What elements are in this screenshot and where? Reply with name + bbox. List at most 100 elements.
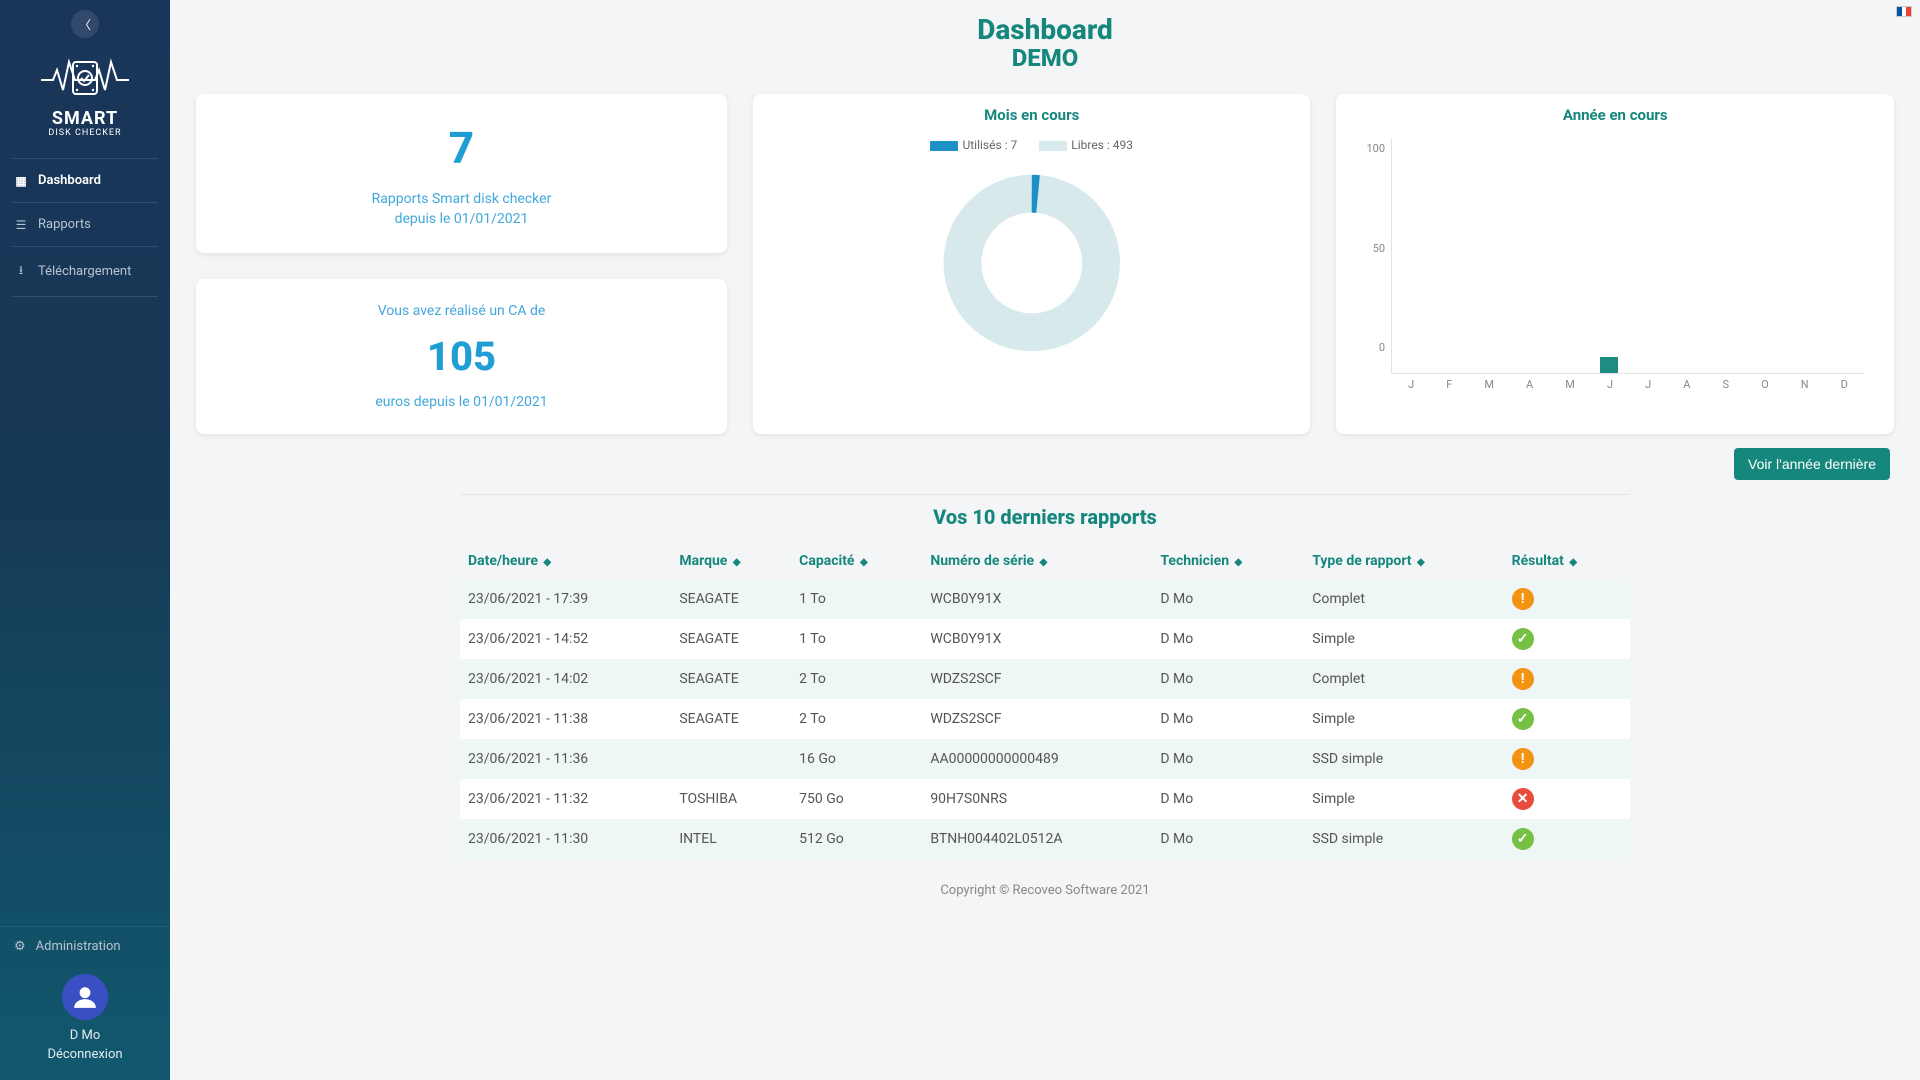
user-icon [72,984,98,1010]
sort-icon: ◆ [1235,557,1243,568]
card-reports-count: 7 Rapports Smart disk checker depuis le … [196,94,727,253]
sidebar-collapse-button[interactable]: 〈 [71,10,99,38]
avatar[interactable] [62,974,108,1020]
sidebar-item-download[interactable]: ⭳ Téléchargement [0,249,170,294]
cell-capacity: 2 To [791,659,922,699]
col-brand[interactable]: Marque ◆ [671,543,791,579]
col-result[interactable]: Résultat ◆ [1504,543,1630,579]
cell-capacity: 1 To [791,579,922,619]
cell-date: 23/06/2021 - 11:38 [460,699,671,739]
col-type[interactable]: Type de rapport ◆ [1304,543,1503,579]
sort-icon: ◆ [860,557,868,568]
product-logo: SMART DISK CHECKER [27,48,143,148]
cell-capacity: 1 To [791,619,922,659]
overview-cards: 7 Rapports Smart disk checker depuis le … [196,94,1894,434]
bar [1600,357,1618,373]
cell-brand: SEAGATE [671,659,791,699]
page-title-block: Dashboard DEMO [196,13,1894,72]
user-block: D Mo Déconnexion [47,966,122,1062]
status-badge: ! [1512,668,1534,690]
topbar [170,0,1920,17]
brand-subtitle: DISK CHECKER [39,128,131,138]
cell-brand: TOSHIBA [671,779,791,819]
sort-icon: ◆ [1417,557,1425,568]
main: Dashboard DEMO 7 Rapports Smart disk che… [170,0,1920,1080]
view-last-year-button[interactable]: Voir l'année dernière [1734,448,1890,480]
legend-used: Utilisés : 7 [962,138,1017,152]
sort-icon: ◆ [1569,557,1577,568]
table-row[interactable]: 23/06/2021 - 11:38SEAGATE2 ToWDZS2SCFD M… [460,699,1630,739]
cell-brand: SEAGATE [671,579,791,619]
cell-date: 23/06/2021 - 17:39 [460,579,671,619]
page-subtitle: DEMO [196,44,1894,72]
cell-result: ! [1504,579,1630,619]
table-row[interactable]: 23/06/2021 - 14:52SEAGATE1 ToWCB0Y91XD M… [460,619,1630,659]
sidebar-item-label: Téléchargement [38,264,131,279]
sidebar-item-label: Dashboard [38,173,101,188]
cell-tech: D Mo [1152,619,1304,659]
reports-count-value: 7 [437,118,486,178]
cell-result: ✓ [1504,699,1630,739]
revenue-post-label: euros depuis le 01/01/2021 [206,394,717,410]
cell-tech: D Mo [1152,579,1304,619]
revenue-pre-label: Vous avez réalisé un CA de [206,303,717,319]
sidebar-item-reports[interactable]: ☰ Rapports [0,205,170,244]
col-tech[interactable]: Technicien ◆ [1152,543,1304,579]
cell-brand: SEAGATE [671,619,791,659]
table-row[interactable]: 23/06/2021 - 11:3616 GoAA00000000000489D… [460,739,1630,779]
cell-type: Complet [1304,659,1503,699]
cell-tech: D Mo [1152,739,1304,779]
sort-icon: ◆ [1040,557,1048,568]
cell-date: 23/06/2021 - 14:52 [460,619,671,659]
language-selector[interactable] [1896,6,1912,17]
logout-link[interactable]: Déconnexion [47,1047,122,1062]
grid-icon: ▦ [14,174,28,188]
card-year-title: Année en cours [1336,94,1894,130]
reports-table: Date/heure ◆ Marque ◆ Capacité ◆ Numéro … [460,543,1630,859]
card-month-usage: Mois en cours Utilisés : 7 Libres : 493 [753,94,1311,434]
card-revenue: Vous avez réalisé un CA de 105 euros dep… [196,279,727,434]
table-title: Vos 10 derniers rapports [460,505,1630,529]
cell-result: ✓ [1504,819,1630,859]
cell-brand: INTEL [671,819,791,859]
col-serial[interactable]: Numéro de série ◆ [922,543,1152,579]
cell-type: Simple [1304,699,1503,739]
chevron-left-icon: 〈 [79,16,91,33]
page-title: Dashboard [196,13,1894,46]
col-capacity[interactable]: Capacité ◆ [791,543,922,579]
legend-free: Libres : 493 [1071,138,1133,152]
cell-type: Simple [1304,619,1503,659]
cell-type: Simple [1304,779,1503,819]
cell-date: 23/06/2021 - 11:32 [460,779,671,819]
table-row[interactable]: 23/06/2021 - 11:30INTEL512 GoBTNH004402L… [460,819,1630,859]
divider [460,494,1630,495]
table-row[interactable]: 23/06/2021 - 11:32TOSHIBA750 Go90H7S0NRS… [460,779,1630,819]
cell-serial: WDZS2SCF [922,659,1152,699]
cell-serial: AA00000000000489 [922,739,1152,779]
status-badge: ! [1512,748,1534,770]
cell-capacity: 512 Go [791,819,922,859]
sidebar-item-dashboard[interactable]: ▦ Dashboard [0,161,170,200]
status-badge: ✓ [1512,628,1534,650]
list-icon: ☰ [14,218,28,232]
table-row[interactable]: 23/06/2021 - 14:02SEAGATE2 ToWDZS2SCFD M… [460,659,1630,699]
cell-result: ✕ [1504,779,1630,819]
status-badge: ✕ [1512,788,1534,810]
sort-icon: ◆ [733,557,741,568]
sidebar-item-label: Rapports [38,217,91,232]
cell-tech: D Mo [1152,699,1304,739]
table-row[interactable]: 23/06/2021 - 17:39SEAGATE1 ToWCB0Y91XD M… [460,579,1630,619]
cell-result: ! [1504,659,1630,699]
cell-serial: WDZS2SCF [922,699,1152,739]
cell-tech: D Mo [1152,819,1304,859]
gear-icon: ⚙ [14,939,26,954]
cell-brand: SEAGATE [671,699,791,739]
sidebar: 〈 SMART DISK CHECKER ▦ Dashboard ☰ Rappo… [0,0,170,1080]
bar-chart-yticks: 100 50 0 [1366,138,1391,374]
sidebar-item-label: Administration [36,939,121,954]
col-date[interactable]: Date/heure ◆ [460,543,671,579]
reports-count-label-1: Rapports Smart disk checker [206,190,717,210]
bar-chart-xlabels: JFMAMJJASOND [1392,378,1864,391]
sidebar-item-admin[interactable]: ⚙ Administration [0,926,170,966]
cell-type: Complet [1304,579,1503,619]
